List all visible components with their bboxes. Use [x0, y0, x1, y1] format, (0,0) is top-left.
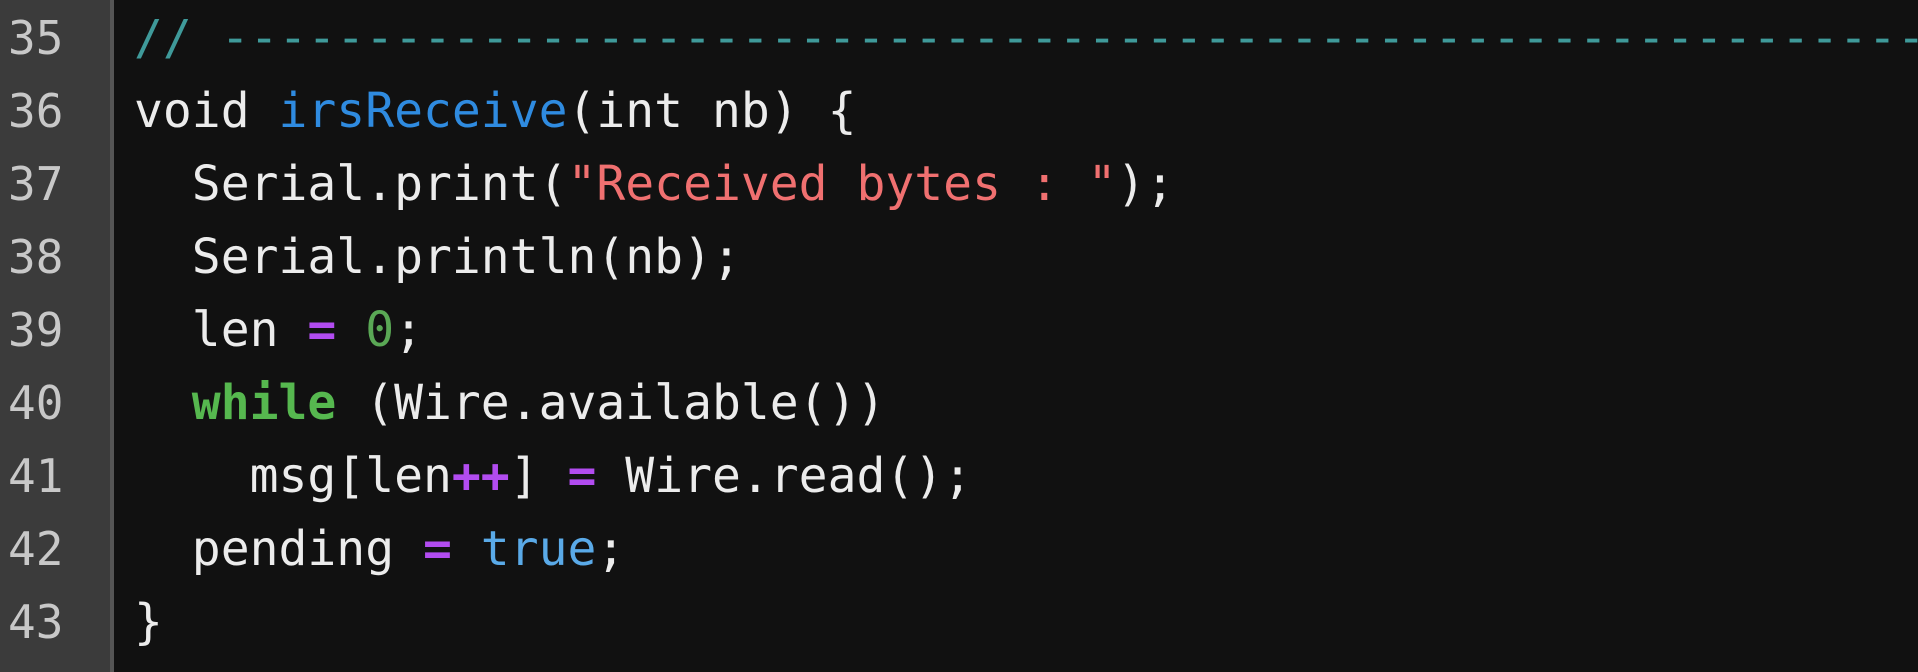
code-token: ;	[394, 302, 424, 358]
code-text[interactable]: pending = true;	[134, 513, 626, 586]
code-token: void	[134, 83, 279, 139]
code-line: 39 len = 0;	[0, 294, 1918, 367]
code-line: 41 msg[len++] = Wire.read();	[0, 440, 1918, 513]
code-token: // -------------------------------------…	[134, 10, 1918, 66]
code-line: 35 // -----------------------------------…	[0, 2, 1918, 75]
code-token: Serial.println(nb);	[134, 229, 741, 285]
code-line: 42 pending = true;	[0, 513, 1918, 586]
code-token: (int nb) {	[567, 83, 857, 139]
line-number: 43	[8, 595, 64, 649]
code-token: msg[len	[134, 448, 452, 504]
code-editor[interactable]: 35 // -----------------------------------…	[0, 0, 1918, 672]
line-number: 40	[8, 376, 64, 430]
code-line: 43}	[0, 586, 1918, 659]
code-line: 37 Serial.print("Received bytes : ");	[0, 148, 1918, 221]
code-token: Wire.read();	[596, 448, 973, 504]
code-text[interactable]: Serial.print("Received bytes : ");	[134, 148, 1175, 221]
code-token: ]	[509, 448, 568, 504]
code-token: (Wire.available())	[336, 375, 886, 431]
code-line: 40 while (Wire.available())	[0, 367, 1918, 440]
code-text[interactable]: }	[134, 586, 163, 659]
code-text[interactable]: // -------------------------------------…	[134, 2, 1918, 75]
code-token: );	[1116, 156, 1175, 212]
code-token: while	[191, 375, 337, 431]
line-number: 38	[8, 230, 64, 284]
line-number: 36	[8, 84, 64, 138]
code-text[interactable]: msg[len++] = Wire.read();	[134, 440, 972, 513]
code-token: =	[567, 448, 597, 504]
code-token: ;	[596, 521, 626, 577]
line-number: 42	[8, 522, 64, 576]
code-token: 0	[365, 302, 395, 358]
code-token: pending	[134, 521, 423, 577]
code-token: }	[134, 594, 163, 650]
code-token: Serial.print(	[134, 156, 568, 212]
code-token: irsReceive	[278, 83, 568, 139]
line-number: 39	[8, 303, 64, 357]
code-line: 38 Serial.println(nb);	[0, 221, 1918, 294]
code-text[interactable]: Serial.println(nb);	[134, 221, 741, 294]
code-text[interactable]: while (Wire.available())	[134, 367, 886, 440]
line-number: 37	[8, 157, 64, 211]
code-token: true	[480, 521, 597, 577]
code-token: ++	[451, 448, 510, 504]
code-token: =	[307, 302, 337, 358]
code-text[interactable]: len = 0;	[134, 294, 423, 367]
code-token: "Received bytes : "	[567, 156, 1117, 212]
line-number: 35	[8, 11, 64, 65]
code-text[interactable]: void irsReceive(int nb) {	[134, 75, 856, 148]
code-token: =	[422, 521, 452, 577]
line-number: 41	[8, 449, 64, 503]
code-line: 36 void irsReceive(int nb) {	[0, 75, 1918, 148]
code-token: len	[134, 302, 308, 358]
